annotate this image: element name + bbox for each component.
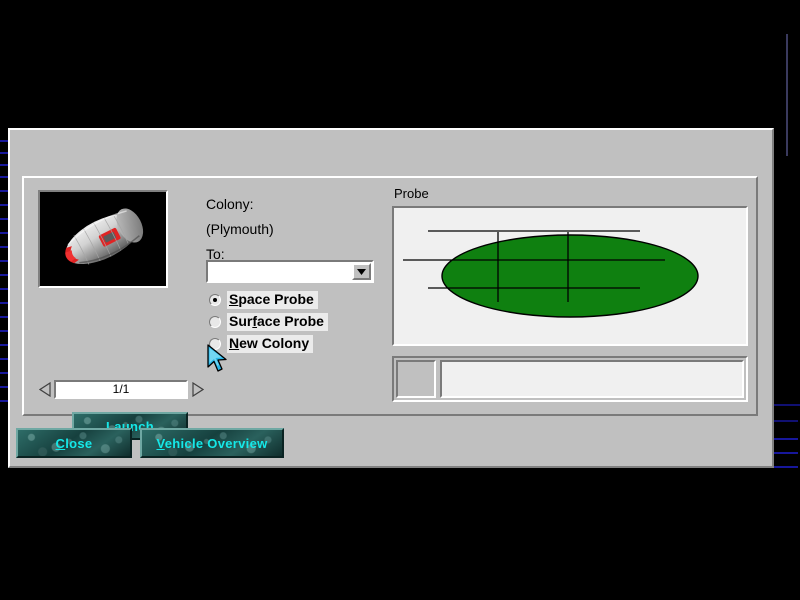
probe-status-swatch[interactable]	[396, 360, 436, 398]
scanline-artifact	[0, 218, 8, 220]
radio-surface-probe[interactable]: Surface Probe	[209, 312, 328, 331]
radio-new-colony[interactable]: New Colony	[209, 334, 328, 353]
vehicle-index-value: 1/1	[113, 382, 130, 396]
destination-combobox[interactable]	[206, 260, 374, 283]
vehicle-overview-label: Vehicle Overview	[156, 436, 267, 451]
radio-accel-space-probe: S	[229, 291, 238, 307]
vehicle-thumbnail[interactable]	[38, 190, 168, 288]
radio-indicator-space-probe[interactable]	[209, 294, 221, 306]
vehicle-rest: ehicle Overview	[165, 436, 268, 451]
scanline-artifact	[0, 164, 8, 166]
triangle-left-icon	[39, 382, 52, 397]
probe-capsule-render	[40, 192, 166, 286]
scanline-artifact	[0, 204, 8, 206]
vehicle-accel: V	[156, 436, 164, 451]
probe-preview-group: Probe	[390, 186, 750, 410]
probe-diagram-view[interactable]	[392, 206, 748, 346]
scanline-artifact	[0, 176, 8, 178]
scanline-artifact	[0, 260, 8, 262]
scanline-artifact	[0, 372, 8, 374]
scanline-artifact	[0, 316, 8, 318]
chevron-down-icon	[357, 269, 366, 275]
scanline-artifact	[0, 358, 8, 360]
probe-status-bar	[392, 356, 748, 402]
probe-type-radio-group: Space Probe Surface Probe New Colony	[209, 290, 328, 356]
scanline-artifact	[0, 274, 8, 276]
scanline-artifact	[0, 400, 8, 402]
destination-combobox-arrow-button[interactable]	[352, 263, 371, 280]
close-button[interactable]: Close	[16, 428, 132, 458]
scanline-artifact	[0, 190, 8, 192]
radio-indicator-new-colony[interactable]	[209, 338, 221, 350]
dialog-client-area: 1/1 Launch Colony: (Plymouth) To:	[22, 176, 758, 416]
scanline-artifact	[0, 344, 8, 346]
probe-schematic-diagram	[394, 208, 746, 344]
radio-rest-space-probe: pace Probe	[238, 291, 313, 307]
scanline-artifact	[770, 404, 800, 406]
triangle-right-icon	[191, 382, 204, 397]
radio-label-space-probe: Space Probe	[227, 291, 318, 309]
colony-value: (Plymouth)	[206, 221, 381, 237]
radio-pre-surface-probe: Sur	[229, 313, 252, 329]
spinner-prev-button[interactable]	[36, 379, 54, 399]
radio-accel-new-colony: N	[229, 335, 239, 351]
scanline-artifact	[0, 232, 8, 234]
scanline-artifact	[0, 302, 8, 304]
scanline-artifact	[0, 140, 8, 142]
probe-status-text	[440, 360, 744, 398]
radio-indicator-surface-probe[interactable]	[209, 316, 221, 328]
radio-rest-surface-probe: ace Probe	[257, 313, 324, 329]
scanline-artifact	[0, 288, 8, 290]
probe-group-caption: Probe	[394, 186, 429, 201]
scanline-artifact	[0, 152, 8, 154]
vehicle-index-field[interactable]: 1/1	[54, 380, 188, 399]
close-accel: C	[56, 436, 66, 451]
radio-space-probe[interactable]: Space Probe	[209, 290, 328, 309]
probe-dialog-window: 1/1 Launch Colony: (Plymouth) To:	[8, 128, 774, 468]
colony-label: Colony:	[206, 196, 381, 212]
scanline-artifact	[0, 386, 8, 388]
radio-label-new-colony: New Colony	[227, 335, 313, 353]
scanline-artifact	[0, 330, 8, 332]
destination-combobox-value	[208, 262, 351, 281]
edge-artifact	[786, 34, 788, 156]
vehicle-overview-button[interactable]: Vehicle Overview	[140, 428, 284, 458]
spinner-next-button[interactable]	[188, 379, 206, 399]
radio-rest-new-colony: ew Colony	[239, 335, 309, 351]
close-button-label: Close	[56, 436, 93, 451]
vehicle-index-spinner: 1/1	[36, 378, 206, 400]
radio-label-surface-probe: Surface Probe	[227, 313, 328, 331]
close-rest: lose	[65, 436, 92, 451]
scanline-artifact	[0, 246, 8, 248]
desktop-background: Probe Transport	[0, 0, 800, 600]
